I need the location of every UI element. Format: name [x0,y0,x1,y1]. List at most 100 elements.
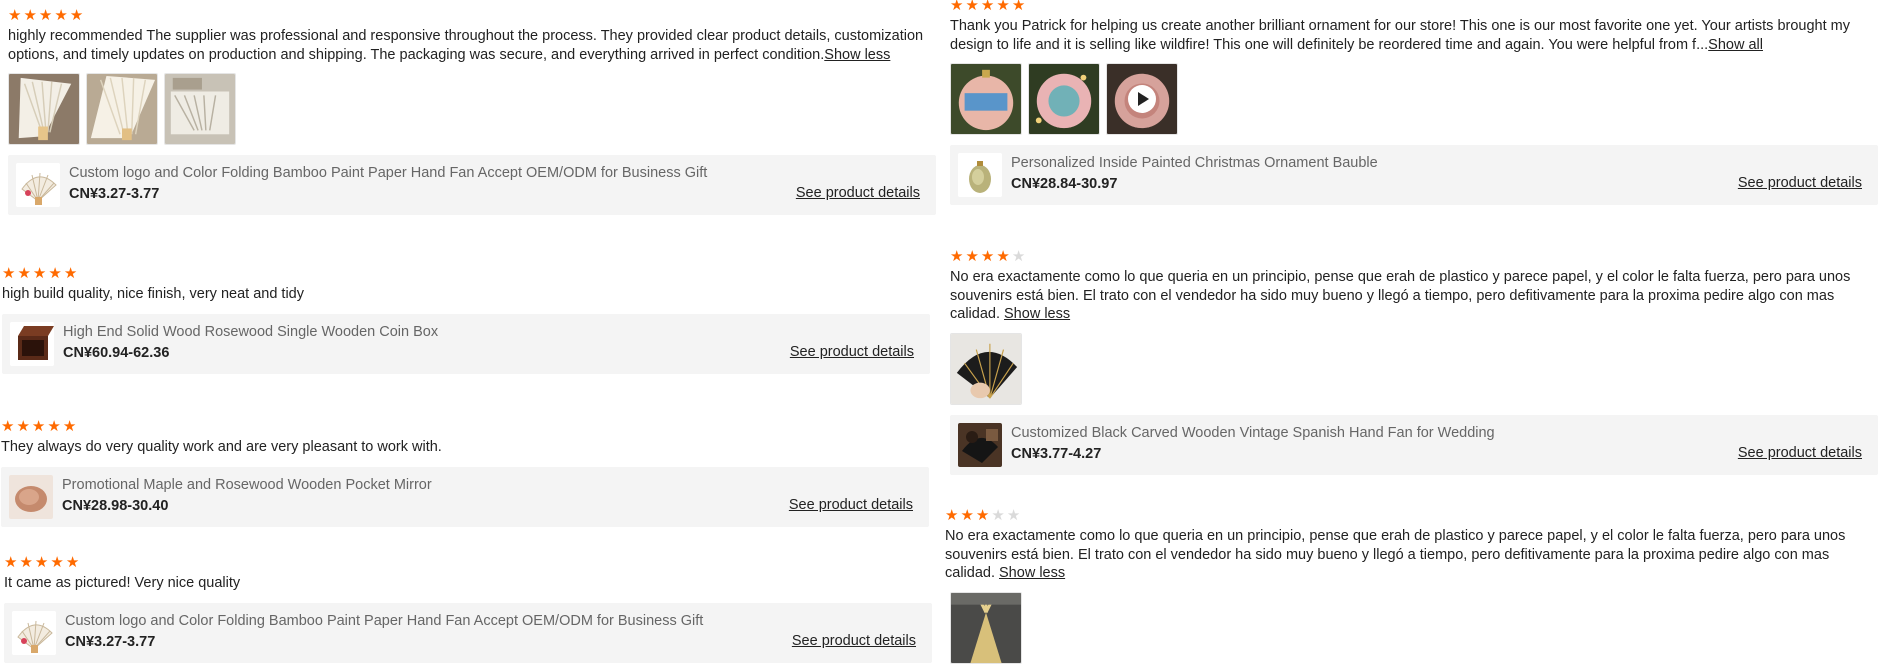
star-rating: ★ ★ ★ ★ ★ [1,419,929,435]
product-card[interactable]: High End Solid Wood Rosewood Single Wood… [2,313,930,374]
product-thumbnail[interactable] [10,321,54,366]
review-text: Thank you Patrick for helping us create … [950,18,1850,53]
star-icon: ★ [54,7,68,24]
review-image-thumbnail[interactable] [8,73,80,145]
show-all-link[interactable]: Show all [1708,37,1763,53]
star-icon: ★ [48,265,62,282]
star-icon: ★ [975,507,990,524]
star-icon: ★ [980,248,995,265]
see-product-details-link[interactable]: See product details [792,633,916,649]
star-icon: ★ [38,7,53,24]
product-price: CN¥3.27-3.77 [69,186,160,202]
product-name[interactable]: Personalized Inside Painted Christmas Or… [1011,155,1378,171]
review-card: ★ ★ ★ ★ ★ They always do very quality work a… [1,419,929,527]
star-icon: ★ [996,0,1010,14]
product-price: CN¥60.94-62.36 [63,344,170,361]
review-card: ★ ★ ★ ★ ★ Thank you Patrick for helping us c… [950,0,1878,205]
star-icon: ★ [16,418,30,435]
star-rating: ★ ★ ★ ★ ★ [950,0,1878,14]
review-image-thumbnail[interactable] [1028,63,1100,135]
review-text: It came as pictured! Very nice quality [4,575,241,591]
play-icon[interactable] [1128,85,1156,113]
review-images [8,73,936,145]
review-image-thumbnail[interactable] [164,73,236,145]
star-icon: ★ [47,418,61,435]
product-price: CN¥28.84-30.97 [1011,176,1118,192]
review-text: They always do very quality work and are… [1,439,442,455]
product-card[interactable]: Personalized Inside Painted Christmas Or… [950,145,1878,205]
ornament-image [1029,64,1099,134]
product-name[interactable]: Custom logo and Color Folding Bamboo Pai… [65,613,703,629]
product-thumbnail[interactable] [958,153,1002,197]
product-card[interactable]: Custom logo and Color Folding Bamboo Pai… [4,602,932,663]
star-rating: ★ ★ ★ ★ ★ [2,266,930,282]
product-card[interactable]: Customized Black Carved Wooden Vintage S… [950,414,1878,475]
star-icon: ★ [32,265,47,282]
product-price: CN¥3.77-4.27 [1011,445,1102,462]
review-image-thumbnail[interactable] [86,73,158,145]
ornament-image [951,64,1021,134]
star-icon: ★ [1011,0,1026,14]
gold-fan-image [951,592,1021,663]
ornament-image [958,153,1002,197]
review-text: high build quality, nice finish, very ne… [2,286,304,302]
see-product-details-link[interactable]: See product details [790,344,914,360]
product-thumbnail[interactable] [16,163,60,207]
see-product-details-link[interactable]: See product details [1738,175,1862,191]
review-card: ★ ★ ★ ★ ★ high build quality, nice finish, v… [2,266,930,374]
see-product-details-link[interactable]: See product details [1738,445,1862,461]
star-icon: ★ [950,248,964,265]
star-icon: ★ [996,248,1010,265]
star-icon: ★ [62,418,77,435]
star-icon: ★ [980,0,995,14]
star-icon: ★ [17,265,31,282]
review-video-thumbnail[interactable] [1106,63,1178,135]
star-icon: ★ [63,265,78,282]
wooden-box-image [10,321,54,366]
review-image-thumbnail[interactable] [950,591,1022,664]
review-card: ★ ★ ★ ★ ★ No era exactamente como lo que que… [950,249,1878,475]
product-name[interactable]: Custom logo and Color Folding Bamboo Pai… [69,165,707,181]
star-icon: ★ [69,7,84,24]
star-rating: ★ ★ ★ ★ ★ [4,555,932,571]
show-less-link[interactable]: Show less [999,565,1065,581]
star-icon: ★ [19,554,33,571]
review-images [950,591,1878,664]
star-icon: ★ [23,7,37,24]
product-card[interactable]: Promotional Maple and Rosewood Wooden Po… [1,466,929,527]
product-thumbnail[interactable] [12,610,56,655]
black-fan-image [958,422,1002,467]
review-images [950,63,1878,135]
product-name[interactable]: Promotional Maple and Rosewood Wooden Po… [62,477,432,493]
review-card: ★ ★ ★ ★ ★ It came as pictured! Very nice qua… [4,555,932,663]
star-icon: ★ [991,507,1005,524]
show-less-link[interactable]: Show less [824,47,890,63]
product-card[interactable]: Custom logo and Color Folding Bamboo Pai… [8,155,936,215]
star-icon: ★ [50,554,64,571]
review-images [950,332,1878,405]
star-icon: ★ [8,7,22,24]
star-icon: ★ [1,418,15,435]
review-text: No era exactamente como lo que queria en… [950,269,1851,322]
product-thumbnail[interactable] [9,474,53,519]
fan-image [165,74,235,144]
star-icon: ★ [950,0,964,14]
star-icon: ★ [1006,507,1021,524]
product-thumbnail[interactable] [958,422,1002,467]
star-icon: ★ [34,554,49,571]
product-price: CN¥28.98-30.40 [62,497,169,514]
see-product-details-link[interactable]: See product details [796,185,920,201]
review-image-thumbnail[interactable] [950,63,1022,135]
star-icon: ★ [960,507,974,524]
fan-image [87,74,157,144]
product-name[interactable]: Customized Black Carved Wooden Vintage S… [1011,425,1495,441]
product-name[interactable]: High End Solid Wood Rosewood Single Wood… [63,324,438,340]
star-icon: ★ [65,554,80,571]
see-product-details-link[interactable]: See product details [789,497,913,513]
star-rating: ★ ★ ★ ★ ★ [950,249,1878,265]
star-icon: ★ [31,418,46,435]
fan-image [12,610,56,655]
show-less-link[interactable]: Show less [1004,306,1070,322]
review-image-thumbnail[interactable] [950,332,1022,405]
star-rating: ★ ★ ★ ★ ★ [8,8,936,24]
